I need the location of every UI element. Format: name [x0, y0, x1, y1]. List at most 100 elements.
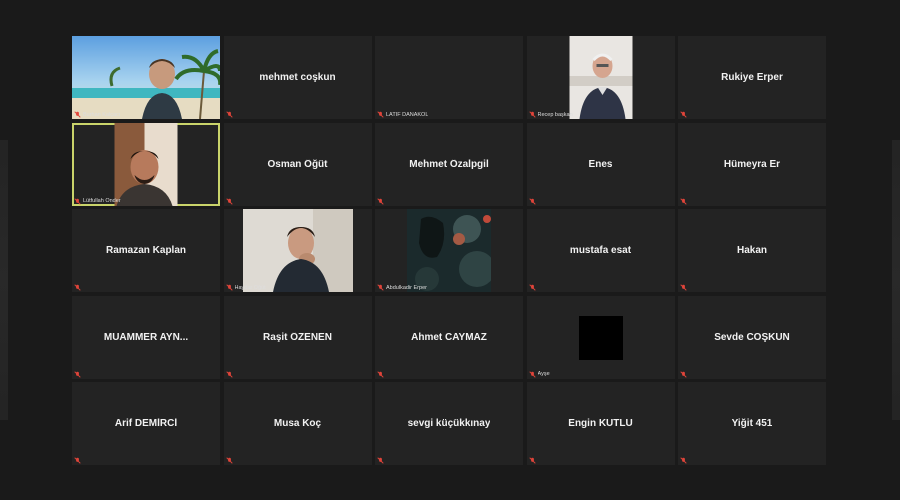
video-feed: [407, 209, 491, 292]
participant-status: [74, 370, 81, 378]
participant-name: sevgi küçükkınay: [407, 418, 491, 429]
participant-tile[interactable]: Enes: [526, 122, 675, 206]
participant-name: Burhan Kalçacı: [83, 111, 121, 118]
participant-label: Abdulkadir Erper: [377, 284, 427, 291]
participant-name: Ayşe: [537, 371, 550, 377]
participant-name: Musa Koç: [273, 418, 322, 429]
participant-tile[interactable]: Burhan Kalçacı: [72, 36, 220, 119]
mic-muted-icon: [377, 370, 384, 378]
video-feed: [72, 36, 220, 119]
participant-name: Haydar Öğüt: [234, 284, 266, 291]
participant-tile[interactable]: Sevde COŞKUN: [678, 295, 826, 379]
participant-tile[interactable]: Musa Koç: [223, 382, 372, 465]
participant-tile[interactable]: LATİF DANAKOL: [375, 36, 523, 119]
participant-name: Ramazan Kaplan: [105, 245, 187, 256]
mic-muted-icon: [528, 284, 536, 291]
video-feed: [569, 36, 632, 119]
mic-muted-icon: [225, 111, 233, 118]
mic-muted-icon: [377, 111, 384, 118]
participant-tile[interactable]: Rukiye Erper: [678, 36, 826, 119]
participant-name: Hümeyra Er: [723, 158, 781, 170]
participant-label: Haydar Öğüt: [225, 284, 266, 291]
mic-muted-icon: [377, 457, 384, 464]
participant-tile[interactable]: Osman Öğüt: [223, 122, 372, 206]
mic-muted-icon: [74, 197, 81, 205]
participant-tile[interactable]: Hümeyra Er: [678, 122, 826, 206]
left-edge-shade: [0, 140, 8, 420]
right-edge-shade: [892, 140, 900, 420]
participant-name: Engin KUTLU: [568, 418, 633, 429]
participant-status: [528, 457, 536, 464]
participant-name: Recep başkan: [537, 111, 573, 118]
participant-name: Osman Öğüt: [267, 158, 328, 170]
participant-tile[interactable]: mehmet coşkun: [223, 36, 372, 119]
participant-label: Burhan Kalçacı: [74, 111, 120, 118]
participant-name: MUAMMER AYN...: [103, 331, 189, 343]
participant-name: Lütfullah Önder: [83, 198, 121, 204]
participant-name: Arif DEMİRCİ: [114, 418, 178, 429]
mic-muted-icon: [528, 111, 536, 118]
participant-tile[interactable]: Ramazan Kaplan: [72, 209, 220, 292]
video-feed: [114, 122, 178, 206]
mic-muted-icon: [74, 284, 81, 291]
mic-muted-icon: [225, 197, 233, 205]
participant-tile[interactable]: Haydar Öğüt: [223, 209, 372, 292]
participant-name: Rukiye Erper: [721, 72, 783, 83]
mic-muted-icon: [680, 284, 687, 291]
participant-status: [528, 197, 536, 205]
mic-muted-icon: [377, 284, 384, 291]
participant-tile[interactable]: Ayşe: [526, 295, 675, 379]
participant-status: [680, 111, 687, 118]
mic-muted-icon: [680, 370, 687, 378]
participant-status: [74, 457, 81, 464]
participant-label: Lütfullah Önder: [74, 197, 121, 205]
participant-tile[interactable]: MUAMMER AYN...: [72, 295, 220, 379]
participant-name: Ahmet CAYMAZ: [411, 331, 487, 343]
mic-muted-icon: [680, 111, 687, 118]
participant-status: [528, 284, 536, 291]
participant-status: [377, 457, 384, 464]
participant-name: Sevde COŞKUN: [714, 331, 790, 343]
participant-tile[interactable]: Recep başkan: [526, 36, 675, 119]
mic-muted-icon: [74, 370, 81, 378]
participant-tile[interactable]: Lütfullah Önder: [72, 122, 220, 206]
participant-status: [225, 197, 233, 205]
mic-muted-icon: [680, 457, 687, 464]
participant-name: Abdulkadir Erper: [386, 284, 427, 291]
participant-tile[interactable]: Raşit ÖZENEN: [223, 295, 372, 379]
participant-tile[interactable]: Arif DEMİRCİ: [72, 382, 220, 465]
participant-name: Enes: [588, 158, 613, 170]
participant-label: Ayşe: [528, 370, 550, 378]
participant-name: Raşit ÖZENEN: [263, 331, 332, 343]
video-feed-black: [578, 315, 623, 360]
participant-status: [225, 111, 233, 118]
mic-muted-icon: [74, 457, 81, 464]
participant-name: LATİF DANAKOL: [386, 111, 429, 118]
participant-label: LATİF DANAKOL: [377, 111, 428, 118]
participant-name: Mehmet Özalpgil: [409, 158, 489, 170]
participant-status: [225, 370, 233, 378]
participant-tile[interactable]: Yiğit 451: [678, 382, 826, 465]
participant-name: Yiğit 451: [731, 418, 773, 429]
participant-status: [680, 284, 687, 291]
mic-muted-icon: [225, 284, 233, 291]
participant-status: [377, 370, 384, 378]
participant-status: [74, 284, 81, 291]
participant-tile[interactable]: Hakan: [678, 209, 826, 292]
video-feed: [242, 209, 353, 292]
participant-tile[interactable]: mustafa esat: [526, 209, 675, 292]
participant-tile[interactable]: sevgi küçükkınay: [375, 382, 523, 465]
participant-tile[interactable]: Ahmet CAYMAZ: [375, 295, 523, 379]
participant-name: mehmet coşkun: [259, 72, 336, 83]
participant-tile[interactable]: Mehmet Özalpgil: [375, 122, 523, 206]
participant-tile[interactable]: Abdulkadir Erper: [375, 209, 523, 292]
participant-status: [680, 457, 687, 464]
participant-tile[interactable]: Engin KUTLU: [526, 382, 675, 465]
mic-muted-icon: [225, 370, 233, 378]
mic-muted-icon: [528, 197, 536, 205]
participant-status: [680, 197, 687, 205]
participant-status: [680, 370, 687, 378]
participant-status: [377, 197, 384, 205]
mic-muted-icon: [74, 111, 81, 118]
participant-grid: Burhan Kalçacı mehmet coşkun LATİF DANAKOL…: [72, 36, 826, 466]
